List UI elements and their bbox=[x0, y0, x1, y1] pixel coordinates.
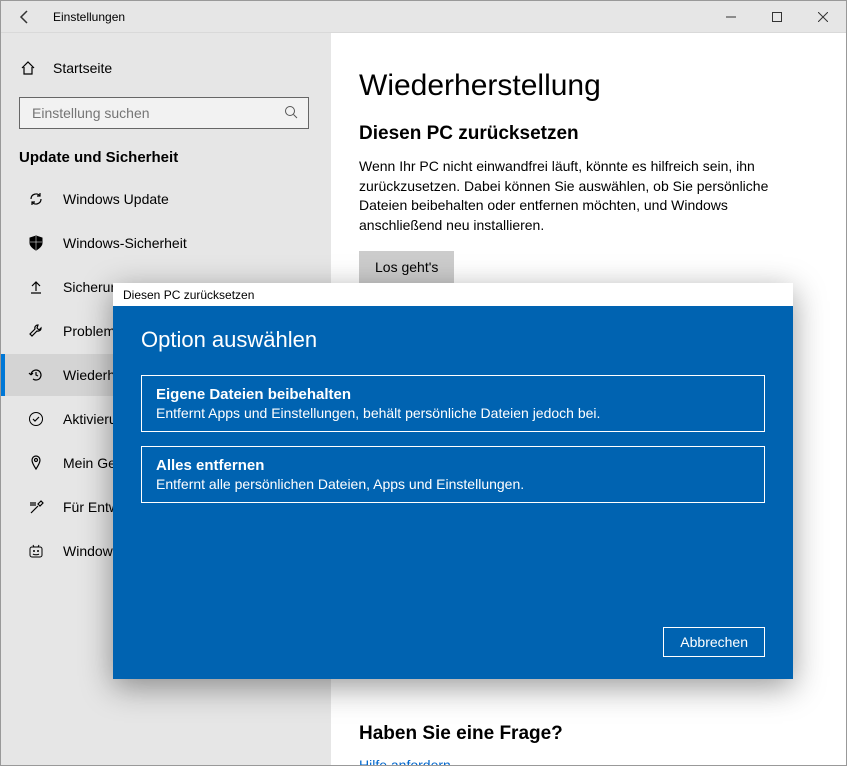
titlebar: Einstellungen bbox=[1, 1, 846, 33]
history-icon bbox=[27, 366, 45, 384]
home-icon bbox=[19, 59, 37, 77]
option-keep-files[interactable]: Eigene Dateien beibehalten Entfernt Apps… bbox=[141, 375, 765, 432]
search-box[interactable] bbox=[19, 97, 309, 129]
minimize-button[interactable] bbox=[708, 1, 754, 33]
shield-icon bbox=[27, 234, 45, 252]
insider-icon bbox=[27, 542, 45, 560]
option-remove-everything[interactable]: Alles entfernen Entfernt alle persönlich… bbox=[141, 446, 765, 503]
sidebar-item-label: Windows-Sicherheit bbox=[63, 235, 187, 251]
tools-icon bbox=[27, 498, 45, 516]
question-heading: Haben Sie eine Frage? bbox=[359, 723, 818, 745]
option-title: Alles entfernen bbox=[156, 457, 750, 474]
dialog-heading: Option auswählen bbox=[141, 327, 765, 353]
search-icon bbox=[284, 105, 298, 122]
cancel-button[interactable]: Abbrechen bbox=[663, 627, 765, 657]
option-desc: Entfernt Apps und Einstellungen, behält … bbox=[156, 405, 750, 421]
dialog-title: Diesen PC zurücksetzen bbox=[113, 283, 793, 307]
settings-window: Einstellungen Startseite bbox=[0, 0, 847, 766]
search-input[interactable] bbox=[30, 104, 284, 122]
home-link[interactable]: Startseite bbox=[1, 49, 331, 87]
wrench-icon bbox=[27, 322, 45, 340]
option-desc: Entfernt alle persönlichen Dateien, Apps… bbox=[156, 476, 750, 492]
home-label: Startseite bbox=[53, 60, 112, 76]
sync-icon bbox=[27, 190, 45, 208]
section-label: Update und Sicherheit bbox=[1, 145, 331, 176]
pin-icon bbox=[27, 454, 45, 472]
sidebar-item-windows-security[interactable]: Windows-Sicherheit bbox=[1, 222, 331, 264]
option-title: Eigene Dateien beibehalten bbox=[156, 386, 750, 403]
reset-description: Wenn Ihr PC nicht einwandfrei läuft, kön… bbox=[359, 157, 799, 235]
window-controls bbox=[708, 1, 846, 33]
check-circle-icon bbox=[27, 410, 45, 428]
back-button[interactable] bbox=[1, 1, 49, 33]
help-link[interactable]: Hilfe anfordern bbox=[359, 757, 818, 765]
sidebar-item-windows-update[interactable]: Windows Update bbox=[1, 178, 331, 220]
reset-dialog: Diesen PC zurücksetzen Option auswählen … bbox=[113, 283, 793, 679]
sidebar-item-label: Windows Update bbox=[63, 191, 169, 207]
reset-heading: Diesen PC zurücksetzen bbox=[359, 123, 818, 145]
window-title: Einstellungen bbox=[53, 10, 125, 24]
page-title: Wiederherstellung bbox=[359, 69, 818, 103]
close-button[interactable] bbox=[800, 1, 846, 33]
upload-icon bbox=[27, 278, 45, 296]
maximize-button[interactable] bbox=[754, 1, 800, 33]
reset-start-button[interactable]: Los geht's bbox=[359, 251, 454, 283]
